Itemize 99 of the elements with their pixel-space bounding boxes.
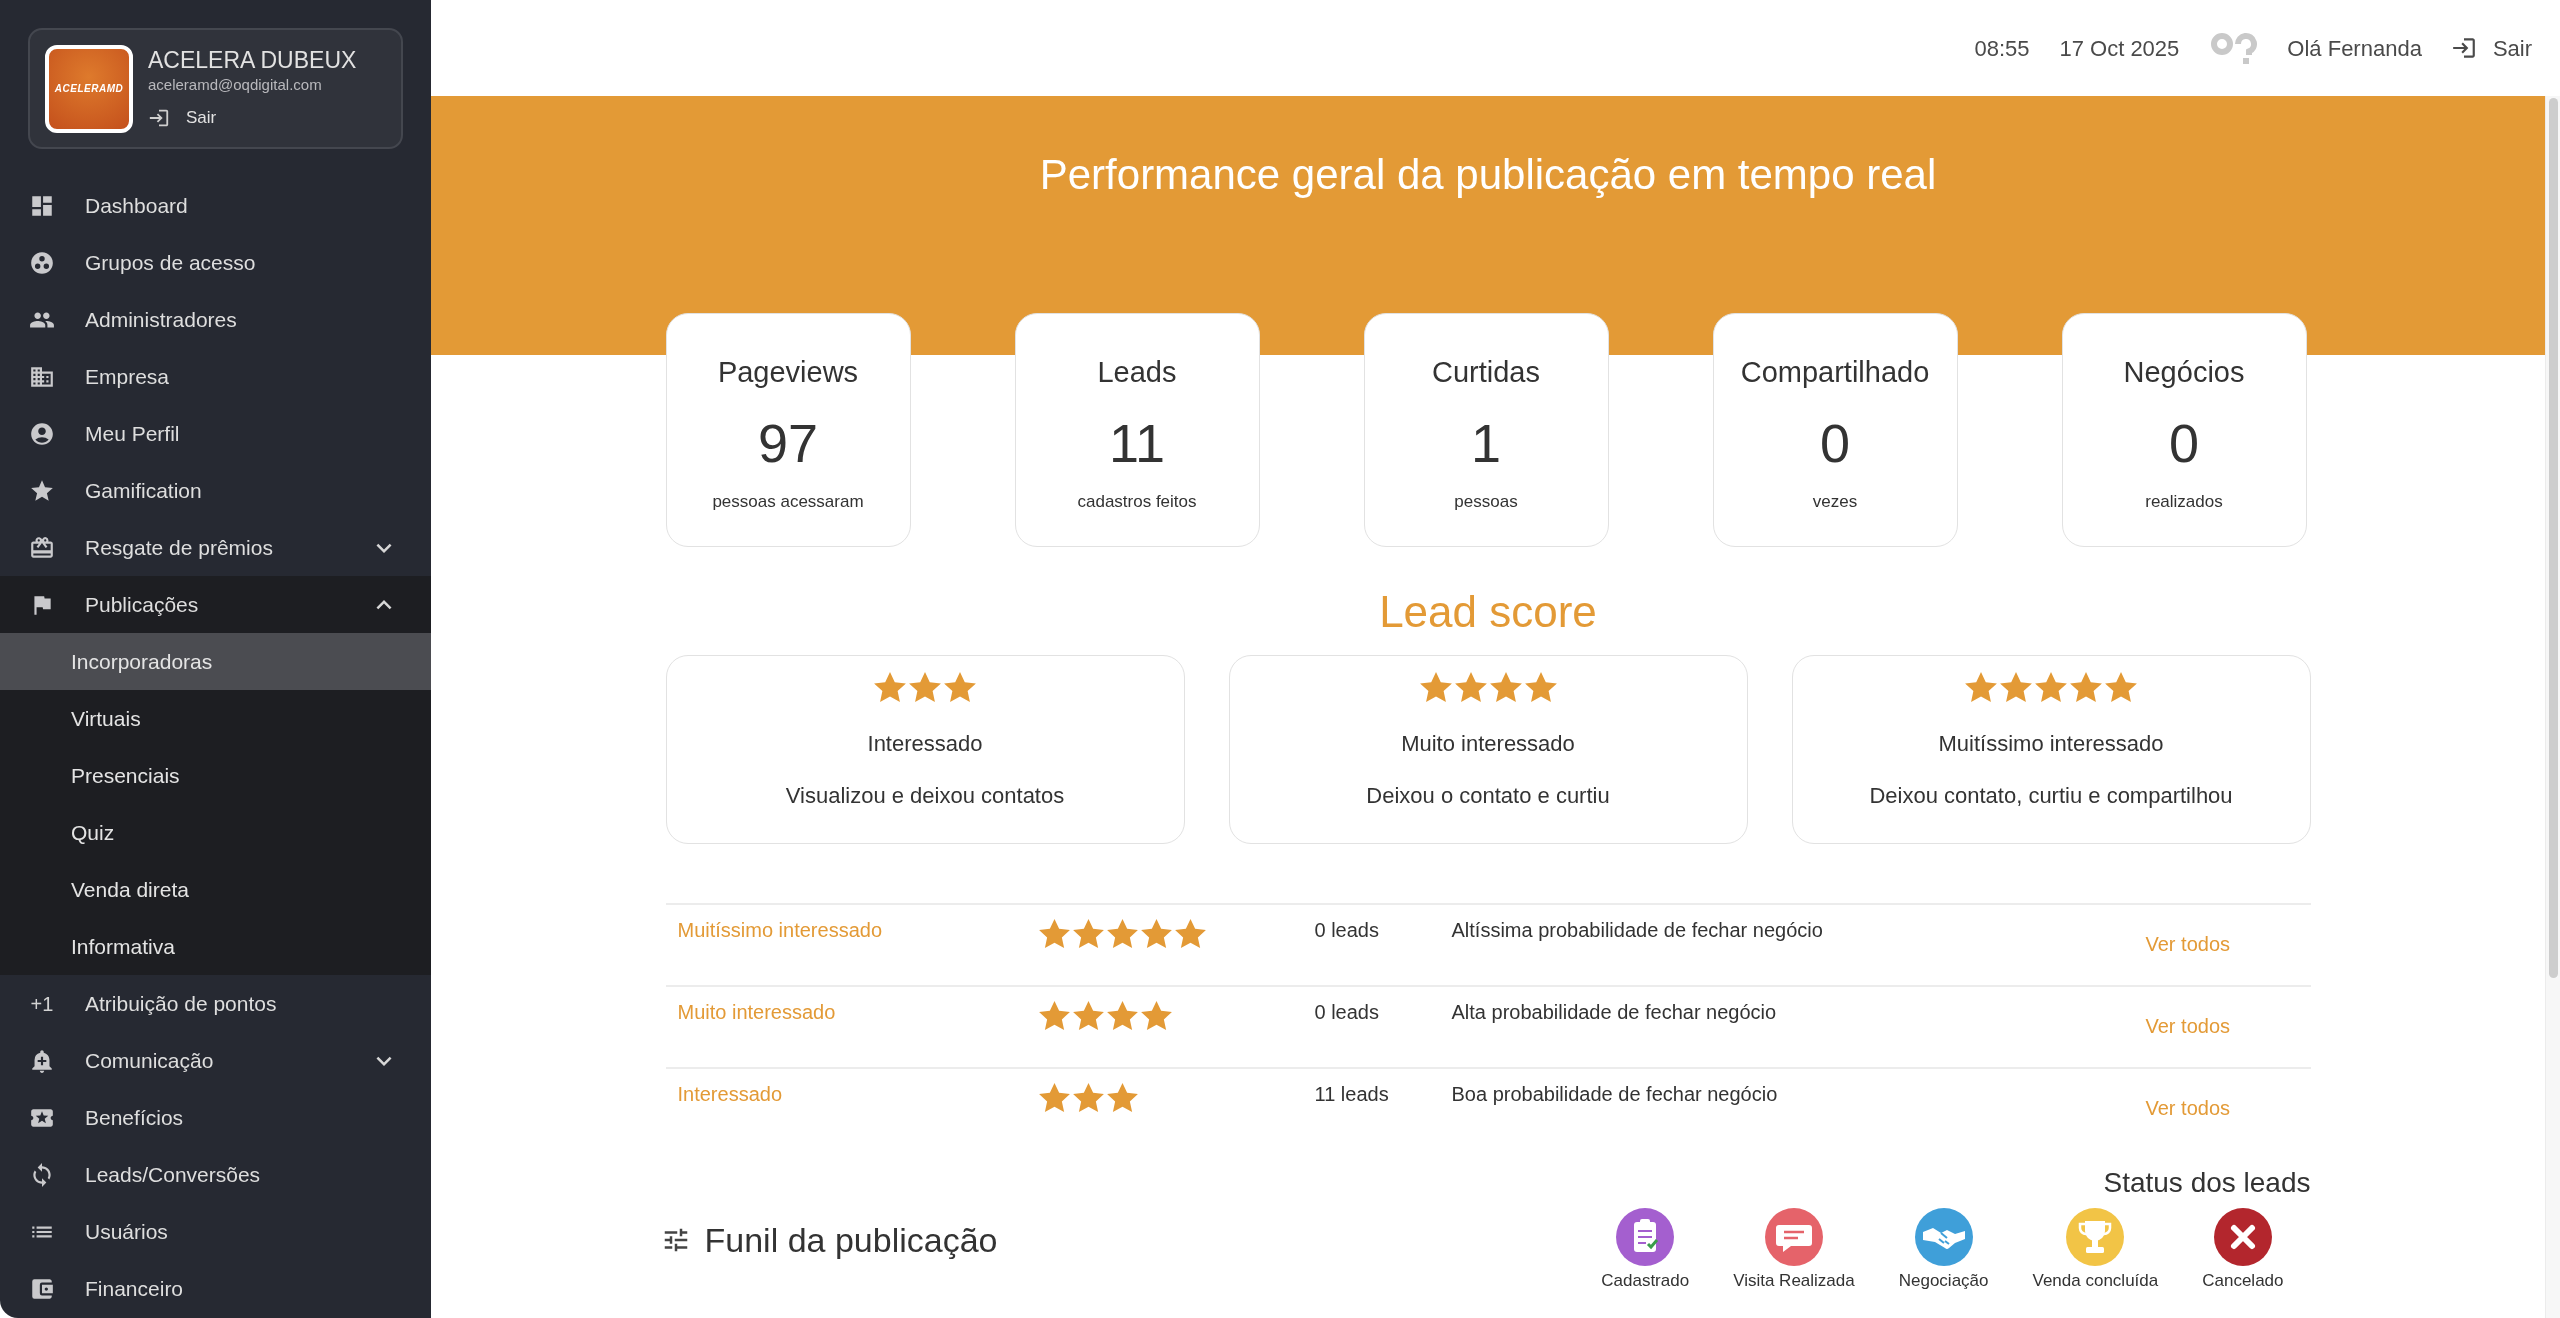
score-description: Visualizou e deixou contatos [785,782,1065,810]
star-icon [909,671,941,703]
login-icon [2450,35,2477,61]
stat-value: 97 [757,413,819,473]
star-icon [1489,671,1522,703]
sidebar-item[interactable]: Dashboard [0,177,431,234]
score-name: Muitíssimo interessado [676,918,884,943]
login-icon [148,107,170,129]
star-icon [1038,1082,1070,1113]
star-icon [2000,671,2032,703]
sidebar-item[interactable]: Gamification [0,462,431,519]
sidebar-item[interactable]: Administradores [0,291,431,348]
star-icon [1106,1082,1138,1113]
stat-value: 11 [1108,413,1166,473]
stat-caption: cadastros feitos [1077,491,1197,513]
star-icon [2070,671,2102,703]
stat-value: 0 [1819,413,1850,473]
star-icon [1106,918,1138,949]
submenu-item[interactable]: Venda direta [0,861,431,918]
star-icon [1072,1000,1104,1031]
sidebar-item[interactable]: Meu Perfil [0,405,431,462]
score-label: Muitíssimo interessado [1938,730,2164,758]
submenu-item[interactable]: Virtuais [0,690,431,747]
score-name: Interessado [676,1082,783,1107]
star-icon [944,671,976,703]
star-icon [1140,918,1172,949]
star-icon [1174,918,1206,949]
status-label: Cancelado [2202,1271,2284,1291]
stat-title: Leads [1097,355,1177,390]
logout-button[interactable]: Sair [2450,31,2532,65]
banner-title: Performance geral da publicação em tempo real [1039,150,1937,200]
star-icon [2105,671,2137,703]
lead-count: 0 leads [1314,918,1380,943]
stat-caption: realizados [2145,491,2223,513]
stat-title: Curtidas [1432,355,1540,390]
status-title: Status dos leads [2103,1166,2311,1200]
lead-count: 11 leads [1314,1082,1390,1107]
sidebar-item[interactable]: Empresa [0,348,431,405]
score-description: Deixou o contato e curtiu [1366,782,1610,810]
submenu-item[interactable]: Presenciais [0,747,431,804]
submenu-item[interactable]: Incorporadoras [0,633,431,690]
stat-title: Pageviews [717,355,859,390]
stat-caption: pessoas acessaram [712,491,864,513]
status-label: Venda concluída [2032,1271,2159,1291]
plus-one-icon: +1 [30,993,54,1014]
scrollbar-thumb[interactable] [2548,98,2558,978]
bell-plus-icon [29,1047,55,1074]
star-icon [1524,671,1557,703]
score-description: Altíssima probabilidade de fechar negócio [1451,918,1824,943]
sidebar-item[interactable]: +1 Atribuição de pontos [0,975,431,1032]
score-description: Deixou contato, curtiu e compartilhou [1869,782,2233,810]
sidebar-item[interactable]: Benefícios [0,1089,431,1146]
logout-button[interactable]: Sair [148,105,217,131]
star-icon [2035,671,2067,703]
score-description: Boa probabilidade de fechar negócio [1451,1082,1779,1107]
star-icon [1419,671,1452,703]
star-icon [1038,918,1070,949]
star-icon [1965,671,1997,703]
gift-card-icon [29,534,55,561]
sidebar-item[interactable]: Comunicação [0,1032,431,1089]
score-description: Alta probabilidade de fechar negócio [1451,1000,1778,1025]
sidebar-item[interactable]: Resgate de prêmios [0,519,431,576]
profile-email: aceleramd@oqdigital.com [148,75,323,96]
sidebar-item[interactable]: Publicações [0,576,431,633]
lead-count: 0 leads [1314,1000,1380,1025]
star-icon [1038,1000,1070,1031]
stat-caption: vezes [1812,491,1858,513]
section-title: Lead score [1379,586,1597,638]
score-label: Interessado [867,730,983,758]
stat-value: 1 [1470,413,1501,473]
greeting-text: Olá Fernanda [2287,34,2422,63]
star-icon [1072,918,1104,949]
star-icon [1454,671,1487,703]
submenu-item[interactable]: Quiz [0,804,431,861]
score-name: Muito interessado [676,1000,837,1025]
funnel-title: Funil da publicação [704,1220,998,1260]
stat-caption: pessoas [1454,491,1518,513]
status-label: Visita Realizada [1733,1271,1855,1291]
sidebar-item[interactable]: Financeiro [0,1260,431,1317]
stat-title: Negócios [2123,355,2245,390]
status-label: Negociação [1898,1271,1989,1291]
sidebar-item[interactable]: Leads/Conversões [0,1146,431,1203]
star-icon [1106,1000,1138,1031]
circle-dots-icon [29,249,55,276]
star-icon [1072,1082,1104,1113]
submenu-item[interactable]: Informativa [0,918,431,975]
status-label: Cadastrado [1601,1271,1690,1291]
sidebar-item[interactable]: Usuários [0,1203,431,1260]
logo-icon [2211,32,2258,64]
sidebar-item[interactable]: Grupos de acesso [0,234,431,291]
score-label: Muito interessado [1401,730,1575,758]
stat-value: 0 [2168,413,2199,473]
logo-text: ACELERAMD [54,83,124,94]
profile-name: ACELERA DUBEUX [148,46,357,75]
star-icon [874,671,906,703]
date-text: 17 Oct 2025 [2059,34,2180,63]
stat-title: Compartilhado [1740,355,1930,390]
time-text: 08:55 [1974,34,2030,63]
star-icon [1140,1000,1172,1031]
